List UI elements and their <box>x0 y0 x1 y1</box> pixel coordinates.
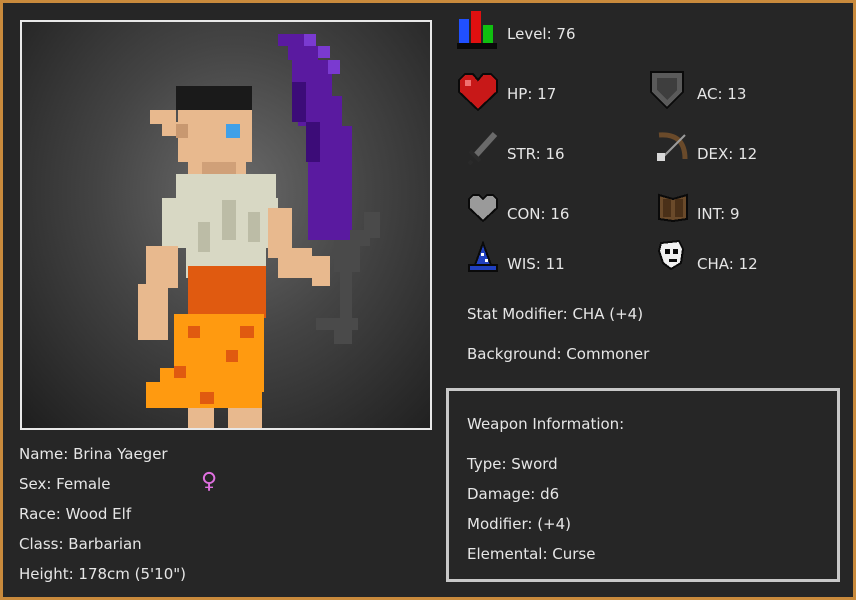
weapon-heading: Weapon Information: <box>467 415 625 433</box>
shield-icon <box>650 71 684 110</box>
str-value: STR: 16 <box>507 145 565 163</box>
wis-value: WIS: 11 <box>507 255 565 273</box>
int-value: INT: 9 <box>697 205 740 223</box>
character-portrait <box>20 20 432 430</box>
gray-heart-icon <box>468 194 498 223</box>
wizard-hat-icon <box>468 241 498 272</box>
weapon-damage: Damage: d6 <box>467 485 560 503</box>
race-line: Race: Wood Elf <box>19 505 132 523</box>
weapon-elemental: Elemental: Curse <box>467 545 596 563</box>
stat-modifier: Stat Modifier: CHA (+4) <box>467 305 644 323</box>
bow-icon <box>657 132 688 161</box>
character-sheet: Name: Brina Yaeger Sex: Female ♀ Race: W… <box>3 3 853 597</box>
heart-icon <box>458 73 498 112</box>
cha-value: CHA: 12 <box>697 255 758 273</box>
weapon-modifier: Modifier: (+4) <box>467 515 572 533</box>
con-value: CON: 16 <box>507 205 570 223</box>
level-bars-icon <box>457 11 497 49</box>
sword-icon <box>467 131 498 165</box>
ac-value: AC: 13 <box>697 85 747 103</box>
pixel-character-image <box>138 34 380 428</box>
dex-value: DEX: 12 <box>697 145 758 163</box>
weapon-type: Type: Sword <box>467 455 558 473</box>
name-line: Name: Brina Yaeger <box>19 445 168 463</box>
female-symbol-icon: ♀ <box>201 469 218 494</box>
background: Background: Commoner <box>467 345 650 363</box>
class-line: Class: Barbarian <box>19 535 142 553</box>
sex-line: Sex: Female <box>19 475 111 493</box>
hp-value: HP: 17 <box>507 85 557 103</box>
book-icon <box>658 193 688 223</box>
level-value: Level: 76 <box>507 25 576 43</box>
mask-icon <box>657 239 685 271</box>
height-line: Height: 178cm (5'10") <box>19 565 187 583</box>
